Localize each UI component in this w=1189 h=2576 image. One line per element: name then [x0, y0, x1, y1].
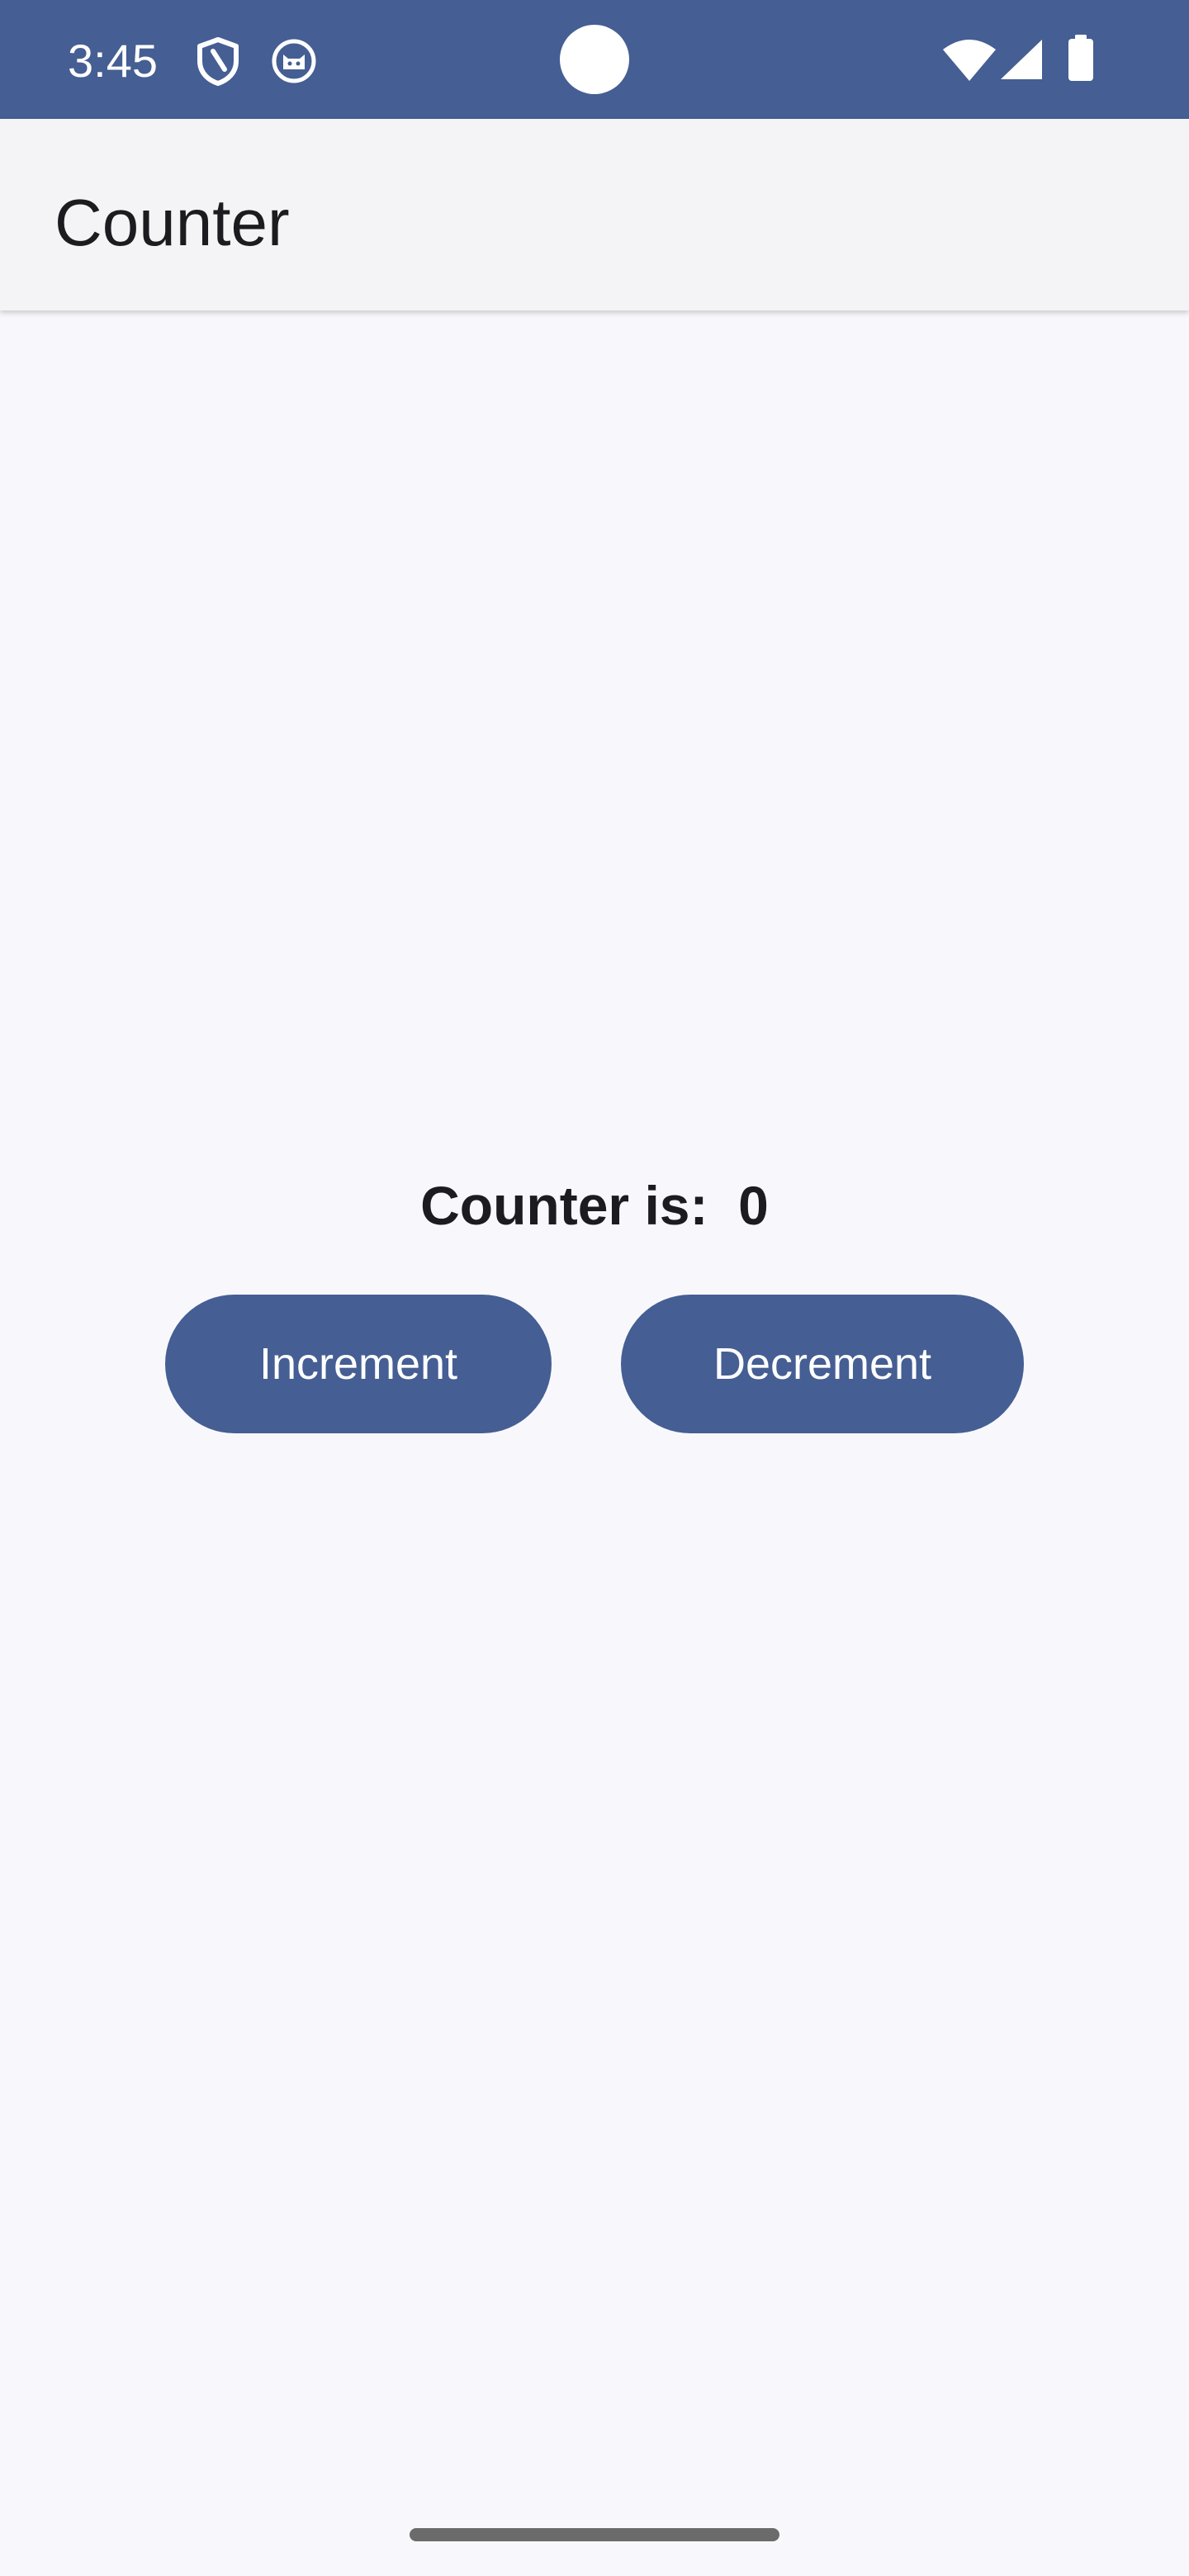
shield-icon: [197, 37, 239, 86]
decrement-button[interactable]: Decrement: [621, 1295, 1024, 1433]
app-screen: 3:45 Counter Counter is: 0 Increment Dec…: [0, 0, 1189, 2576]
wifi-icon: [943, 40, 996, 81]
app-title: Counter: [54, 186, 290, 259]
camera-cutout: [560, 25, 629, 94]
home-indicator[interactable]: [410, 2528, 779, 2541]
battery-icon: [1068, 35, 1093, 81]
counter-label: Counter is: 0: [420, 1175, 769, 1236]
status-time: 3:45: [68, 35, 158, 87]
top-app-bar: Counter: [0, 119, 1189, 310]
status-bar: 3:45: [0, 0, 1189, 119]
cat-face-icon: [272, 39, 316, 83]
cellular-signal-icon: [1001, 40, 1042, 79]
increment-button[interactable]: Increment: [165, 1295, 552, 1433]
